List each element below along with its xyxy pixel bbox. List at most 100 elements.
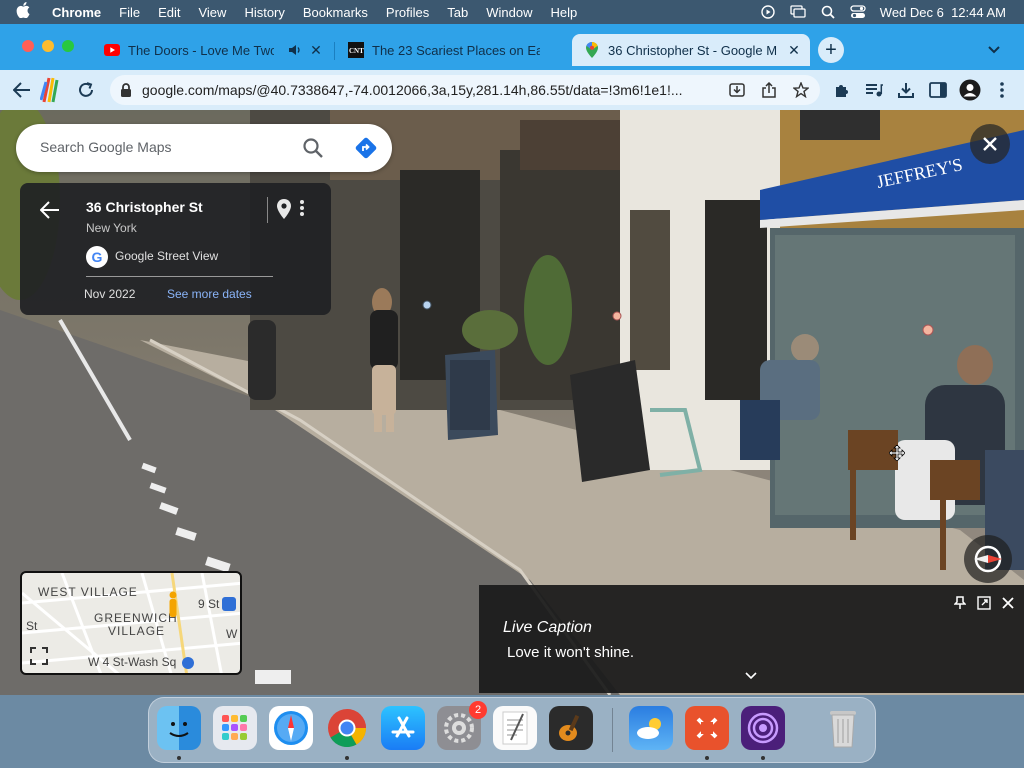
expand-map-icon[interactable] [30,647,50,667]
tab-google-maps[interactable]: 36 Christopher St - Google M ✕ [572,34,810,66]
running-indicator [705,756,709,760]
menu-bookmarks[interactable]: Bookmarks [303,5,368,20]
remote-desktop-icon[interactable] [685,706,729,750]
menu-history[interactable]: History [244,5,284,20]
install-app-icon[interactable] [728,81,746,99]
trash-icon[interactable] [821,706,865,750]
google-logo-icon[interactable] [38,74,64,106]
map-label: VILLAGE [108,624,166,638]
settings-icon[interactable]: 2 [437,701,487,750]
speaker-icon[interactable] [288,43,302,57]
control-center-icon[interactable] [850,5,866,19]
app-store-icon[interactable] [381,706,425,750]
back-arrow-icon[interactable] [39,201,62,223]
tor-icon[interactable] [741,706,785,750]
menu-profiles[interactable]: Profiles [386,5,429,20]
play-circle-icon[interactable] [760,5,776,19]
tab-close-icon[interactable]: ✕ [308,42,324,58]
live-caption-panel: Live Caption Love it won't shine. [479,585,1024,693]
see-more-dates-link[interactable]: See more dates [167,287,252,301]
chrome-icon[interactable] [325,706,369,750]
pin-icon[interactable] [952,595,968,611]
close-icon [983,137,997,151]
location-pin-icon[interactable] [277,199,291,219]
chrome-menu-icon[interactable] [990,78,1014,102]
side-panel-icon[interactable] [926,78,950,102]
address-bar[interactable]: google.com/maps/@40.7338647,-74.0012066,… [110,75,820,105]
browser-toolbar: google.com/maps/@40.7338647,-74.0012066,… [0,70,1024,110]
lock-icon[interactable] [120,82,134,98]
garageband-icon[interactable] [549,706,593,750]
street-view-panorama[interactable]: JEFFREY'S Search Google Maps 36 Christop… [0,110,1024,695]
screen-mirror-icon[interactable] [790,5,806,19]
running-indicator [177,756,181,760]
running-indicator [761,756,765,760]
map-label: W 4 St-Wash Sq [88,655,177,669]
search-icon[interactable] [820,5,836,19]
dock: 2 [148,697,876,763]
extensions-icon[interactable] [830,78,854,102]
menu-edit[interactable]: Edit [158,5,180,20]
google-g-icon: G [86,246,108,268]
dock-separator [612,708,613,752]
menubar-clock[interactable]: Wed Dec 6 12:44 AM [880,5,1006,20]
launchpad-icon[interactable] [213,706,257,750]
map-label: WEST VILLAGE [38,585,138,599]
menu-window[interactable]: Window [486,5,532,20]
live-caption-text: Love it won't shine. [507,644,635,661]
safari-icon[interactable] [269,706,313,750]
tab-cnt[interactable]: CNT The 23 Scariest Places on Ea ✕ [336,34,572,66]
tab-search-chevron-icon[interactable] [984,40,1004,60]
tab-title: 36 Christopher St - Google M [608,42,778,58]
reload-icon[interactable] [74,78,98,102]
compass-icon [974,545,1002,573]
window-zoom-button[interactable] [62,40,74,52]
maps-search-box[interactable]: Search Google Maps [16,124,392,172]
subway-icon [222,597,236,611]
profile-avatar-icon[interactable] [958,78,982,102]
search-input[interactable]: Search Google Maps [40,139,172,155]
menu-help[interactable]: Help [551,5,578,20]
mini-map[interactable]: WEST VILLAGE GREENWICH VILLAGE 9 St W 4 … [20,571,242,675]
capture-date: Nov 2022 [84,287,136,301]
place-city: New York [86,221,137,235]
svg-text:CNT: CNT [349,47,364,55]
live-caption-title: Live Caption [503,619,592,636]
cnt-icon: CNT [348,42,364,58]
menu-app-name[interactable]: Chrome [52,5,101,20]
compass-control[interactable] [964,535,1012,583]
youtube-icon [104,42,120,58]
bookmark-star-icon[interactable] [792,81,810,99]
back-icon[interactable] [10,78,34,102]
url-text[interactable]: google.com/maps/@40.7338647,-74.0012066,… [142,82,732,98]
downloads-icon[interactable] [894,78,918,102]
new-tab-button[interactable]: + [818,37,844,63]
tab-youtube[interactable]: The Doors - Love Me Two ✕ [92,34,332,66]
google-maps-icon [584,42,600,58]
share-icon[interactable] [760,81,778,99]
menu-tab[interactable]: Tab [447,5,468,20]
window-minimize-button[interactable] [42,40,54,52]
search-icon[interactable] [302,137,324,159]
media-queue-icon[interactable] [862,78,886,102]
tab-title: The 23 Scariest Places on Ea [372,42,540,58]
tab-title: The Doors - Love Me Two [128,42,274,58]
close-icon[interactable] [1000,595,1016,611]
more-options-icon[interactable] [299,199,313,221]
window-close-button[interactable] [22,40,34,52]
tab-strip: The Doors - Love Me Two ✕ CNT The 23 Sca… [0,24,1024,70]
weather-icon[interactable] [629,706,673,750]
apple-menu-icon[interactable] [16,1,36,23]
menu-view[interactable]: View [198,5,226,20]
directions-icon[interactable] [354,136,378,160]
tab-close-icon[interactable]: ✕ [786,42,802,58]
place-name[interactable]: 36 Christopher St [86,199,203,215]
menu-file[interactable]: File [119,5,140,20]
expand-icon[interactable] [976,595,992,611]
finder-icon[interactable] [157,706,201,750]
textedit-icon[interactable] [493,706,537,750]
divider [267,197,268,223]
map-label: W [226,627,238,641]
close-street-view-button[interactable] [970,124,1010,164]
chevron-down-icon[interactable] [745,667,761,681]
